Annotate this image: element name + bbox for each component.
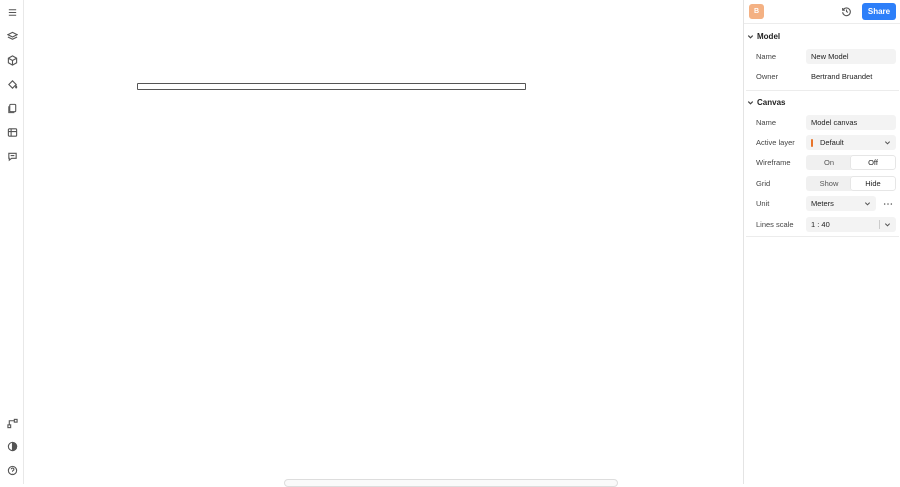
- owner-value: Bertrand Bruandet: [811, 72, 873, 81]
- model-name-field[interactable]: New Model: [806, 49, 896, 64]
- chevron-down-icon: [884, 139, 891, 146]
- left-toolbar: [0, 0, 24, 484]
- cube-icon[interactable]: [4, 52, 20, 68]
- pages-icon[interactable]: [4, 100, 20, 116]
- flow-icon[interactable]: [4, 415, 20, 431]
- layers-icon[interactable]: [4, 28, 20, 44]
- properties-panel: B Share Model Name New Model Owner Bertr…: [743, 0, 900, 484]
- model-name-label: Name: [756, 51, 777, 61]
- wireframe-label: Wireframe: [756, 157, 791, 167]
- unit-select[interactable]: Meters: [806, 196, 876, 211]
- wireframe-toggle: On Off: [806, 155, 896, 170]
- chevron-down-icon: [864, 200, 871, 207]
- help-icon[interactable]: [4, 462, 20, 478]
- comments-icon[interactable]: [4, 148, 20, 164]
- unit-label: Unit: [756, 198, 770, 208]
- chevron-down-icon: [746, 32, 755, 41]
- grid-toggle: Show Hide: [806, 176, 896, 191]
- history-icon[interactable]: [839, 4, 853, 18]
- canvas-shape[interactable]: [137, 83, 526, 90]
- canvas-name-label: Name: [756, 117, 777, 127]
- table-icon[interactable]: [4, 124, 20, 140]
- unit-value: Meters: [811, 199, 834, 208]
- grid-hide-option[interactable]: Hide: [851, 177, 895, 190]
- wireframe-off-option[interactable]: Off: [851, 156, 895, 169]
- canvas-section-title: Canvas: [757, 97, 786, 107]
- share-button[interactable]: Share: [862, 3, 896, 20]
- model-section-title: Model: [757, 31, 781, 41]
- owner-label: Owner: [756, 71, 779, 81]
- canvas-section-toggle[interactable]: Canvas: [746, 96, 785, 108]
- active-layer-value: Default: [820, 138, 844, 147]
- canvas-name-field[interactable]: Model canvas: [806, 115, 896, 130]
- menu-icon[interactable]: [4, 4, 20, 20]
- lines-scale-label: Lines scale: [756, 219, 794, 229]
- lines-scale-field[interactable]: 1 : 40: [806, 217, 896, 232]
- separator: [879, 220, 880, 229]
- canvas-area[interactable]: [24, 0, 743, 487]
- active-layer-select[interactable]: Default: [806, 135, 896, 150]
- panel-header: B Share: [744, 0, 900, 24]
- bottom-toolbar[interactable]: [284, 479, 618, 487]
- divider: [746, 90, 899, 91]
- active-layer-label: Active layer: [756, 137, 795, 147]
- theme-icon[interactable]: [4, 438, 20, 454]
- divider: [746, 236, 899, 237]
- chevron-down-icon: [746, 98, 755, 107]
- grid-show-option[interactable]: Show: [807, 177, 851, 190]
- avatar[interactable]: B: [749, 4, 764, 19]
- wireframe-on-option[interactable]: On: [807, 156, 851, 169]
- paint-icon[interactable]: [4, 76, 20, 92]
- chevron-down-icon[interactable]: [884, 221, 891, 228]
- model-section-toggle[interactable]: Model: [746, 30, 780, 42]
- grid-label: Grid: [756, 178, 771, 188]
- layer-color-swatch: [811, 138, 813, 147]
- lines-scale-value: 1 : 40: [811, 220, 830, 229]
- more-icon[interactable]: [880, 196, 896, 211]
